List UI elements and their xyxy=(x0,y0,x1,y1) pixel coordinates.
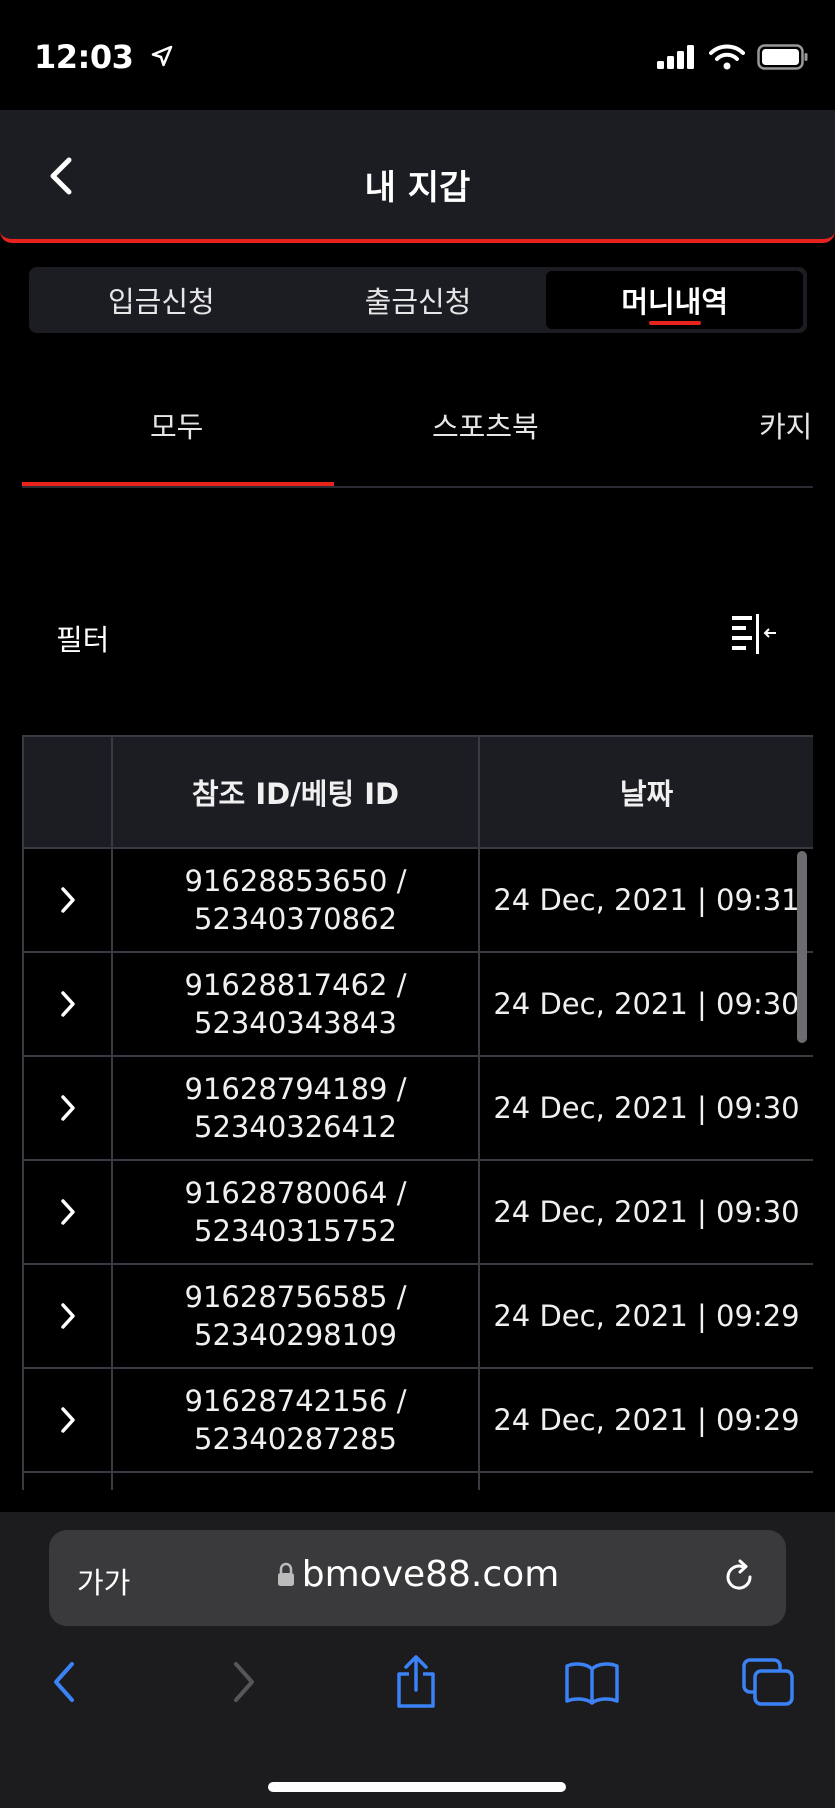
reference-id: 91628780064 / xyxy=(184,1176,407,1210)
app-header: 내 지갑 xyxy=(0,110,835,243)
date-cell: 24 Dec, 2021 | 09:29 xyxy=(478,1263,813,1369)
partial-cell xyxy=(478,1471,813,1490)
reference-id: 91628817462 / xyxy=(184,968,407,1002)
date-cell: 24 Dec, 2021 | 09:30 xyxy=(478,1159,813,1265)
chevron-right-icon xyxy=(60,991,75,1017)
bet-id: 52340315752 xyxy=(194,1214,397,1248)
reference-id: 91628756585 / xyxy=(184,1280,407,1314)
header-expand xyxy=(22,735,113,849)
bet-id: 52340287285 xyxy=(194,1422,397,1456)
date-cell: 24 Dec, 2021 | 09:31 xyxy=(478,847,813,953)
reference-id: 91628742156 / xyxy=(184,1384,407,1418)
segment-label: 머니내역 xyxy=(621,285,729,319)
table-row[interactable]: 91628853650 / 52340370862 24 Dec, 2021 | … xyxy=(22,847,813,953)
reference-id-cell: 91628817462 / 52340343843 xyxy=(111,951,480,1057)
segment-withdraw-request[interactable]: 출금신청 xyxy=(290,271,547,329)
chevron-right-icon xyxy=(60,1303,75,1329)
tab-all[interactable]: 모두 xyxy=(150,404,203,446)
browser-forward-button[interactable] xyxy=(214,1652,274,1712)
page-title: 내 지갑 xyxy=(364,168,471,208)
bet-id: 52340298109 xyxy=(194,1318,397,1352)
browser-back-button[interactable] xyxy=(34,1652,94,1712)
tab-casino[interactable]: 카지 xyxy=(759,404,812,446)
active-segment-indicator xyxy=(648,321,701,325)
table-row[interactable]: 91628742156 / 52340287285 24 Dec, 2021 | … xyxy=(22,1367,813,1473)
bet-id: 52340370862 xyxy=(194,902,397,936)
bet-id: 52340343843 xyxy=(194,1006,397,1040)
wifi-icon xyxy=(709,44,745,74)
home-indicator xyxy=(268,1782,566,1792)
chevron-left-icon xyxy=(54,1662,74,1702)
segment-label: 입금신청 xyxy=(107,285,215,319)
status-time: 12:03 xyxy=(34,38,174,76)
chevron-right-icon xyxy=(60,887,75,913)
reference-id-cell: 91628794189 / 52340326412 xyxy=(111,1055,480,1161)
category-tabs: 모두 스포츠북 카지 xyxy=(22,392,813,488)
segment-label: 출금신청 xyxy=(364,285,472,319)
chevron-right-icon xyxy=(60,1199,75,1225)
segment-money-history[interactable]: 머니내역 xyxy=(546,271,804,329)
table-row[interactable]: 91628780064 / 52340315752 24 Dec, 2021 | … xyxy=(22,1159,813,1265)
wallet-segment-control: 입금신청 출금신청 머니내역 xyxy=(29,267,807,333)
active-tab-indicator xyxy=(22,482,334,486)
segment-deposit-request[interactable]: 입금신청 xyxy=(33,271,290,329)
expand-cell[interactable] xyxy=(22,951,113,1057)
table-row-partial xyxy=(22,1471,813,1490)
lock-icon xyxy=(276,1556,296,1597)
url-display[interactable]: bmove88.com xyxy=(49,1554,786,1597)
expand-cell[interactable] xyxy=(22,1159,113,1265)
expand-cell[interactable] xyxy=(22,1367,113,1473)
share-icon xyxy=(397,1655,435,1708)
date-cell: 24 Dec, 2021 | 09:29 xyxy=(478,1367,813,1473)
money-history-table: 참조 ID/베팅 ID 날짜 91628853650 / 52340370862 … xyxy=(22,735,813,1490)
browser-bottom-bar: 가가 bmove88.com xyxy=(0,1512,835,1808)
expand-cell[interactable] xyxy=(22,847,113,953)
filter-collapse-icon[interactable] xyxy=(730,612,780,656)
date-cell: 24 Dec, 2021 | 09:30 xyxy=(478,951,813,1057)
share-button[interactable] xyxy=(386,1652,446,1712)
filter-label: 필터 xyxy=(56,623,110,657)
battery-icon xyxy=(757,44,809,74)
reference-id: 91628794189 / xyxy=(184,1072,407,1106)
partial-cell xyxy=(22,1471,113,1490)
reference-id-cell: 91628742156 / 52340287285 xyxy=(111,1367,480,1473)
book-icon xyxy=(565,1662,619,1705)
status-icons xyxy=(657,44,809,74)
bet-id: 52340326412 xyxy=(194,1110,397,1144)
bookmarks-button[interactable] xyxy=(562,1652,622,1712)
reference-id: 91628853650 / xyxy=(184,864,407,898)
chevron-right-icon xyxy=(234,1662,254,1702)
browser-toolbar xyxy=(0,1652,835,1742)
partial-cell xyxy=(111,1471,480,1490)
cellular-signal-icon xyxy=(657,45,697,73)
date-cell: 24 Dec, 2021 | 09:30 xyxy=(478,1055,813,1161)
chevron-right-icon xyxy=(60,1095,75,1121)
chevron-right-icon xyxy=(60,1407,75,1433)
tab-sportsbook[interactable]: 스포츠북 xyxy=(432,404,539,446)
status-bar: 12:03 xyxy=(0,0,835,110)
url-text: bmove88.com xyxy=(301,1554,560,1595)
table-header-row: 참조 ID/베팅 ID 날짜 xyxy=(22,735,813,849)
reference-id-cell: 91628756585 / 52340298109 xyxy=(111,1263,480,1369)
expand-cell[interactable] xyxy=(22,1263,113,1369)
header-date: 날짜 xyxy=(478,735,813,849)
address-bar[interactable]: 가가 bmove88.com xyxy=(49,1530,786,1626)
reference-id-cell: 91628853650 / 52340370862 xyxy=(111,847,480,953)
reference-id-cell: 91628780064 / 52340315752 xyxy=(111,1159,480,1265)
reload-icon[interactable] xyxy=(720,1558,758,1600)
expand-cell[interactable] xyxy=(22,1055,113,1161)
header-reference-id: 참조 ID/베팅 ID xyxy=(111,735,480,849)
clock-text: 12:03 xyxy=(34,38,134,76)
table-scrollbar[interactable] xyxy=(797,851,807,1043)
location-arrow-icon xyxy=(150,38,174,76)
table-row[interactable]: 91628794189 / 52340326412 24 Dec, 2021 | … xyxy=(22,1055,813,1161)
tabs-button[interactable] xyxy=(738,1652,798,1712)
tabs-icon xyxy=(742,1658,794,1706)
table-row[interactable]: 91628817462 / 52340343843 24 Dec, 2021 | … xyxy=(22,951,813,1057)
table-row[interactable]: 91628756585 / 52340298109 24 Dec, 2021 | … xyxy=(22,1263,813,1369)
